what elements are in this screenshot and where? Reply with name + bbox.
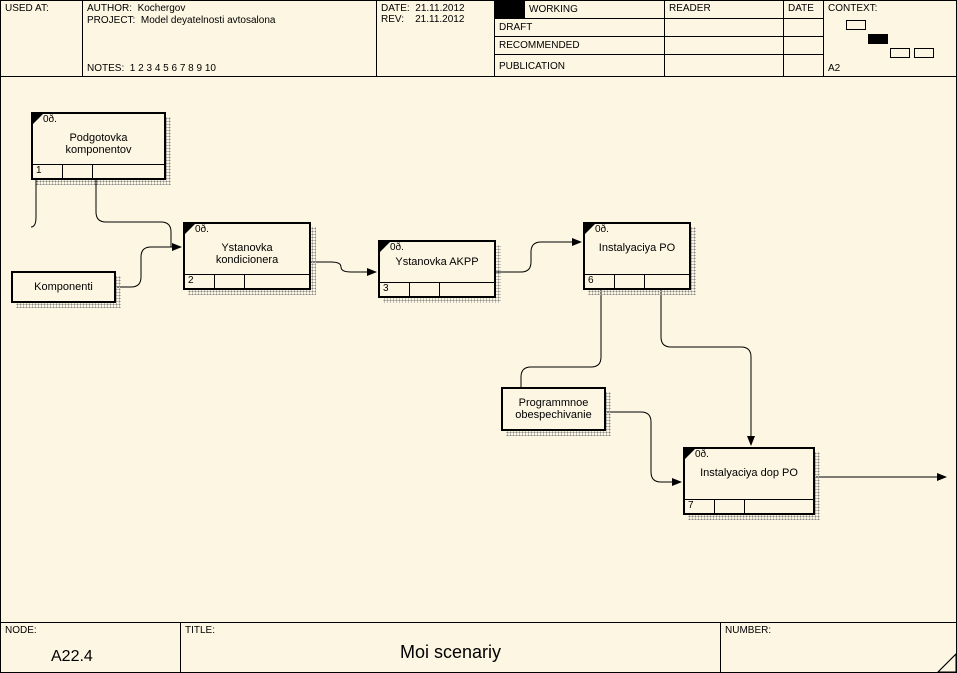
block-id: 0ð. <box>695 449 709 460</box>
notes-value: 1 2 3 4 5 6 7 8 9 10 <box>130 63 216 74</box>
author-value: Kochergov <box>138 3 186 14</box>
status-publication: PUBLICATION <box>495 55 664 77</box>
status-cell: WORKING DRAFT RECOMMENDED PUBLICATION <box>495 1 665 76</box>
status-draft: DRAFT <box>495 19 664 37</box>
activity-block-1: 0ð. Podgotovka komponentov 1 <box>31 112 166 180</box>
block-label: Programmnoe obespechivanie <box>507 397 600 421</box>
block-num: 6 <box>585 275 615 288</box>
activity-block-7: 0ð. Instalyaciya dop PO 7 <box>683 447 815 515</box>
rev-label: REV: <box>381 14 404 25</box>
block-id: 0ð. <box>595 224 609 235</box>
title-cell: TITLE: Moi scenariy <box>181 623 721 672</box>
block-id: 0ð. <box>390 242 404 253</box>
reader-cell: READERDATE <box>665 1 824 76</box>
date-label: DATE: <box>381 3 410 14</box>
reader-label: READER <box>665 1 783 18</box>
data-block-programmnoe: Programmnoe obespechivanie <box>501 387 606 431</box>
activity-block-2: 0ð. Ystanovka kondicionera 2 <box>183 222 311 290</box>
title-label: TITLE: <box>185 625 215 636</box>
date-rev-cell: DATE: 21.11.2012 REV: 21.11.2012 <box>377 1 495 76</box>
block-label: Instalyaciya PO <box>585 242 689 254</box>
data-block-komponenti: Komponenti <box>11 271 116 303</box>
activity-block-6: 0ð. Instalyaciya PO 6 <box>583 222 691 290</box>
block-label: Komponenti <box>34 281 93 293</box>
block-label: Ystanovka AKPP <box>380 256 494 268</box>
block-label: Instalyaciya dop PO <box>685 467 813 479</box>
used-at-cell: USED AT: <box>1 1 83 76</box>
header: USED AT: AUTHOR: Kochergov PROJECT: Mode… <box>1 1 956 77</box>
block-label: Podgotovka komponentov <box>33 132 164 156</box>
notes-label: NOTES: <box>87 63 124 74</box>
node-value: A22.4 <box>51 648 93 666</box>
block-label: Ystanovka kondicionera <box>185 242 309 266</box>
status-marker <box>495 1 525 19</box>
title-value: Moi scenariy <box>185 642 716 663</box>
date-value: 21.11.2012 <box>415 3 464 14</box>
context-code: A2 <box>828 63 840 74</box>
author-label: AUTHOR: <box>87 3 132 14</box>
node-cell: NODE: A22.4 <box>1 623 181 672</box>
block-num: 2 <box>185 275 215 288</box>
block-num: 3 <box>380 283 410 296</box>
reader-date-label: DATE <box>783 1 823 18</box>
footer: NODE: A22.4 TITLE: Moi scenariy NUMBER: <box>1 622 956 672</box>
project-value: Model deyatelnosti avtosalona <box>141 15 276 26</box>
block-num: 1 <box>33 165 63 178</box>
page-corner-fold-icon <box>932 648 956 672</box>
context-label: CONTEXT: <box>828 3 877 14</box>
context-cell: CONTEXT: A2 <box>824 1 956 76</box>
block-id: 0ð. <box>43 114 57 125</box>
number-label: NUMBER: <box>725 625 771 636</box>
number-cell: NUMBER: <box>721 623 956 672</box>
activity-block-3: 0ð. Ystanovka AKPP 3 <box>378 240 496 298</box>
idef0-diagram-page: USED AT: AUTHOR: Kochergov PROJECT: Mode… <box>0 0 957 673</box>
status-recommended: RECOMMENDED <box>495 37 664 55</box>
status-working: WORKING <box>525 2 582 17</box>
author-project-cell: AUTHOR: Kochergov PROJECT: Model deyatel… <box>83 1 377 76</box>
node-label: NODE: <box>5 625 37 636</box>
rev-value: 21.11.2012 <box>415 14 464 25</box>
block-id: 0ð. <box>195 224 209 235</box>
context-tree-icon <box>828 18 952 68</box>
used-at-label: USED AT: <box>5 3 49 14</box>
diagram-canvas: 0ð. Podgotovka komponentov 1 Komponenti … <box>1 77 956 622</box>
project-label: PROJECT: <box>87 15 135 26</box>
block-num: 7 <box>685 500 715 513</box>
